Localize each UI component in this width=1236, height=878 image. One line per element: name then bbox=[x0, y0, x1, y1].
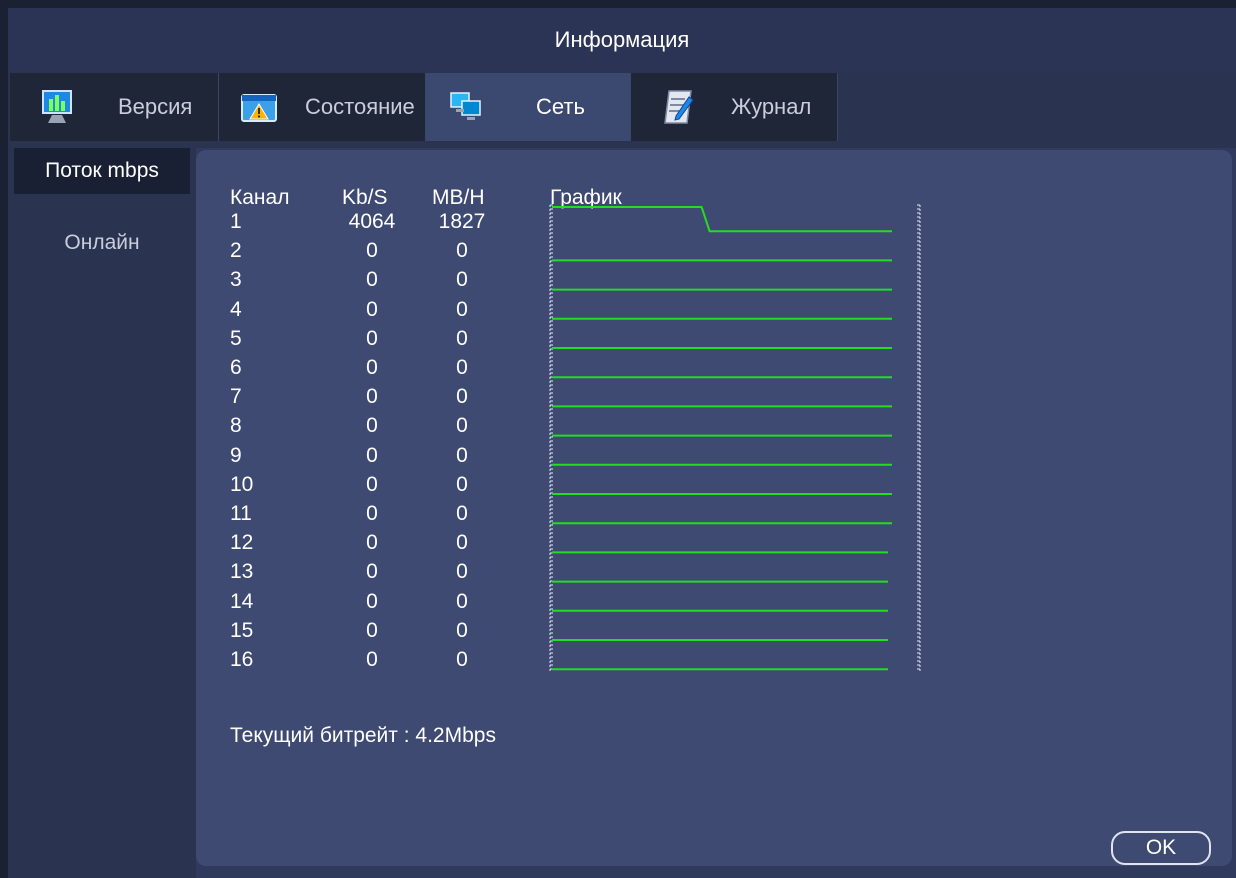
row-channel: 2 bbox=[230, 239, 242, 263]
row-mbh: 0 bbox=[456, 326, 468, 350]
sidebar-item-stream-mbps[interactable]: Поток mbps bbox=[14, 148, 190, 194]
row-mbh: 0 bbox=[456, 443, 468, 467]
row-kbs: 0 bbox=[366, 385, 378, 409]
row-channel: 3 bbox=[230, 268, 242, 292]
row-channel: 14 bbox=[230, 589, 254, 613]
row-channel: 8 bbox=[230, 414, 242, 438]
row-mbh: 0 bbox=[456, 356, 468, 379]
row-channel: 11 bbox=[230, 502, 252, 525]
row-channel: 7 bbox=[230, 385, 242, 409]
row-kbs: 0 bbox=[366, 268, 378, 292]
bitrate-graph bbox=[549, 204, 921, 673]
row-mbh: 0 bbox=[456, 502, 468, 525]
row-kbs: 0 bbox=[366, 443, 378, 467]
info-window: Информация Версия Состояние Сеть Журнал … bbox=[8, 8, 1236, 878]
sidebar: Поток mbps Онлайн bbox=[8, 148, 196, 878]
row-channel: 5 bbox=[230, 326, 242, 350]
row-kbs: 0 bbox=[366, 326, 378, 350]
tab-log-label: Журнал bbox=[731, 94, 812, 119]
row-channel: 9 bbox=[230, 443, 242, 467]
graph-series-channel-1 bbox=[552, 206, 892, 233]
row-channel: 6 bbox=[230, 356, 242, 379]
row-kbs: 0 bbox=[366, 472, 378, 496]
row-channel: 1 bbox=[230, 210, 242, 233]
row-mbh: 0 bbox=[456, 618, 468, 642]
row-mbh: 0 bbox=[456, 414, 468, 438]
row-channel: 12 bbox=[230, 531, 254, 555]
row-mbh: 0 bbox=[456, 239, 468, 263]
tab-version[interactable]: Версия bbox=[10, 73, 219, 141]
tab-state[interactable]: Состояние bbox=[219, 73, 426, 141]
header-channel: Канал bbox=[230, 186, 290, 209]
row-kbs: 0 bbox=[366, 356, 378, 379]
row-mbh: 0 bbox=[456, 268, 468, 292]
row-mbh: 0 bbox=[456, 589, 468, 613]
header-mbh: MB/H bbox=[432, 186, 485, 209]
row-channel: 4 bbox=[230, 297, 242, 321]
row-channel: 16 bbox=[230, 648, 254, 671]
header-kbs: Kb/S bbox=[342, 186, 388, 209]
row-mbh: 0 bbox=[456, 648, 468, 671]
row-channel: 10 bbox=[230, 472, 254, 496]
row-channel: 15 bbox=[230, 618, 254, 642]
row-kbs: 0 bbox=[366, 589, 378, 613]
tab-network-label: Сеть bbox=[536, 94, 585, 119]
row-kbs: 0 bbox=[366, 239, 378, 263]
row-kbs: 4064 bbox=[348, 210, 396, 233]
row-channel: 13 bbox=[230, 560, 254, 584]
current-bitrate: Текущий битрейт : 4.2Mbps bbox=[230, 724, 496, 747]
row-kbs: 0 bbox=[366, 531, 378, 555]
tab-state-label: Состояние bbox=[305, 94, 415, 119]
row-mbh: 0 bbox=[456, 472, 468, 496]
content-panel: Канал Kb/S MB/H График 1 4064 1827 2 0 0 3 0 0 4 0… bbox=[196, 150, 1232, 866]
sidebar-item-online[interactable]: Онлайн bbox=[14, 220, 190, 266]
row-mbh: 0 bbox=[456, 385, 468, 409]
tab-log[interactable]: Журнал bbox=[631, 73, 838, 141]
row-mbh: 0 bbox=[456, 560, 468, 584]
monitor-chart-icon bbox=[38, 87, 78, 127]
notepad-pen-icon bbox=[659, 87, 699, 127]
row-kbs: 0 bbox=[366, 414, 378, 438]
tab-network[interactable]: Сеть bbox=[426, 73, 631, 141]
row-kbs: 0 bbox=[366, 297, 378, 321]
tab-bar: Версия Состояние Сеть Журнал bbox=[8, 72, 1236, 148]
row-mbh: 0 bbox=[456, 297, 468, 321]
network-computers-icon bbox=[446, 87, 486, 127]
row-kbs: 0 bbox=[366, 648, 378, 671]
warning-window-icon bbox=[239, 87, 279, 127]
window-title: Информация bbox=[8, 8, 1236, 72]
row-mbh: 1827 bbox=[438, 210, 486, 233]
row-kbs: 0 bbox=[366, 560, 378, 584]
row-mbh: 0 bbox=[456, 531, 468, 555]
row-kbs: 0 bbox=[366, 618, 378, 642]
row-kbs: 0 bbox=[366, 502, 378, 525]
ok-button[interactable]: OK bbox=[1111, 831, 1211, 865]
tab-version-label: Версия bbox=[118, 94, 193, 119]
